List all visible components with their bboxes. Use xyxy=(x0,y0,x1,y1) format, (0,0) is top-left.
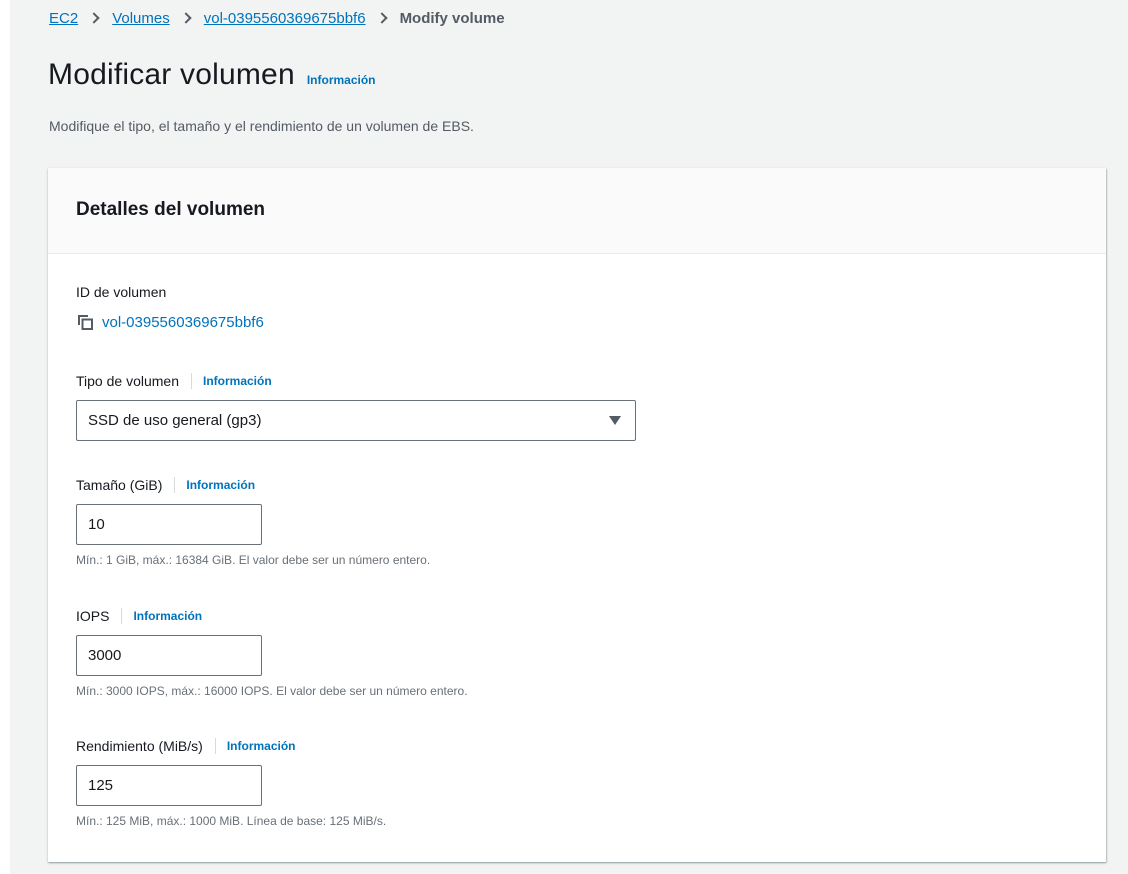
volume-type-selected: SSD de uso general (gp3) xyxy=(88,412,262,429)
caret-down-icon xyxy=(609,416,621,425)
iops-input[interactable] xyxy=(76,635,262,676)
iops-hint: Mín.: 3000 IOPS, máx.: 16000 IOPS. El va… xyxy=(76,684,468,698)
label-divider xyxy=(121,608,123,624)
breadcrumb-link-ec2[interactable]: EC2 xyxy=(49,10,78,27)
volume-type-label: Tipo de volumen xyxy=(76,373,179,389)
volume-type-info-link[interactable]: Información xyxy=(203,374,272,388)
volume-id-label: ID de volumen xyxy=(76,284,167,300)
iops-label: IOPS xyxy=(76,608,110,624)
iops-info-link[interactable]: Información xyxy=(133,609,202,623)
breadcrumb-current: Modify volume xyxy=(399,9,505,27)
volume-details-panel: Detalles del volumen ID de volumen vol-0… xyxy=(48,168,1106,862)
volume-id-row: vol-0395560369675bbf6 xyxy=(76,313,264,331)
iops-field: IOPS Información Mín.: 3000 IOPS, máx.: … xyxy=(76,607,468,698)
page-description: Modifique el tipo, el tamaño y el rendim… xyxy=(49,118,474,134)
copy-icon[interactable] xyxy=(76,313,94,331)
page-header: Modificar volumen Información xyxy=(48,58,376,92)
chevron-right-icon xyxy=(88,12,100,24)
chevron-right-icon xyxy=(375,12,388,24)
label-divider xyxy=(214,738,216,754)
volume-type-field: Tipo de volumen Información SSD de uso g… xyxy=(76,372,636,441)
throughput-info-link[interactable]: Información xyxy=(227,739,296,753)
throughput-hint: Mín.: 125 MiB, máx.: 1000 MiB. Línea de … xyxy=(76,814,387,828)
chevron-right-icon xyxy=(180,12,192,24)
size-info-link[interactable]: Información xyxy=(186,478,255,492)
volume-id-link[interactable]: vol-0395560369675bbf6 xyxy=(102,314,264,331)
iops-label-row: IOPS Información xyxy=(76,607,468,625)
size-hint: Mín.: 1 GiB, máx.: 16384 GiB. El valor d… xyxy=(76,553,431,567)
page-info-link[interactable]: Información xyxy=(307,73,376,87)
left-edge-strip xyxy=(0,0,10,874)
label-divider xyxy=(190,373,192,389)
panel-title: Detalles del volumen xyxy=(76,199,266,220)
breadcrumb-link-volumes[interactable]: Volumes xyxy=(112,10,170,27)
volume-type-select[interactable]: SSD de uso general (gp3) xyxy=(76,400,636,441)
page-title: Modificar volumen xyxy=(48,58,295,91)
throughput-input[interactable] xyxy=(76,765,262,806)
size-label: Tamaño (GiB) xyxy=(76,477,163,493)
throughput-label: Rendimiento (MiB/s) xyxy=(76,738,203,754)
size-label-row: Tamaño (GiB) Información xyxy=(76,476,430,494)
breadcrumb-link-volume-id[interactable]: vol-0395560369675bbf6 xyxy=(204,10,366,27)
size-input[interactable] xyxy=(76,504,262,545)
breadcrumb: EC2 Volumes vol-0395560369675bbf6 Modify… xyxy=(49,8,505,28)
label-divider xyxy=(174,477,176,493)
throughput-field: Rendimiento (MiB/s) Información Mín.: 12… xyxy=(76,737,386,828)
panel-header: Detalles del volumen xyxy=(48,168,1106,254)
throughput-label-row: Rendimiento (MiB/s) Información xyxy=(76,737,386,755)
size-field: Tamaño (GiB) Información Mín.: 1 GiB, má… xyxy=(76,476,430,567)
volume-id-field: ID de volumen vol-0395560369675bbf6 xyxy=(76,283,264,331)
volume-type-label-row: Tipo de volumen Información xyxy=(76,372,636,390)
